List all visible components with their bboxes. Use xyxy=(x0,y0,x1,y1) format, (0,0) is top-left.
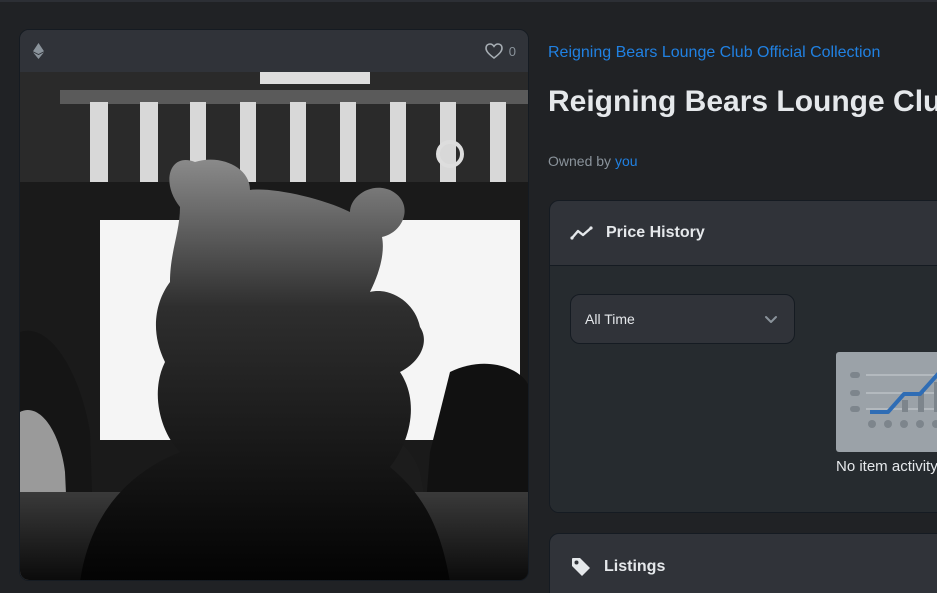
price-history-body: All Time No item activity yet xyxy=(550,266,937,512)
collection-link[interactable]: Reigning Bears Lounge Club Official Coll… xyxy=(548,44,880,62)
owned-by-label: Owned by xyxy=(548,153,612,169)
empty-activity-message: No item activity yet xyxy=(836,458,937,475)
favorite-button[interactable]: 0 xyxy=(484,43,516,59)
listings-panel: Listings xyxy=(549,533,937,593)
trending-chart-icon xyxy=(570,225,594,241)
favorite-count: 0 xyxy=(508,43,516,59)
card-header: 0 xyxy=(20,30,528,72)
price-history-title: Price History xyxy=(606,224,705,241)
nft-image-card: 0 xyxy=(19,29,529,581)
time-range-select[interactable]: All Time xyxy=(570,294,795,344)
owner-link[interactable]: you xyxy=(615,153,638,169)
heart-icon xyxy=(484,43,503,59)
price-history-panel: Price History All Time No item activity xyxy=(549,200,937,513)
listings-header[interactable]: Listings xyxy=(550,534,937,593)
owner-line: Owned by you xyxy=(548,153,638,169)
price-history-header[interactable]: Price History xyxy=(550,201,937,266)
chevron-down-icon xyxy=(764,312,778,326)
ethereum-icon xyxy=(32,43,44,59)
top-divider xyxy=(0,0,937,2)
tag-icon xyxy=(570,556,592,578)
nft-title: Reigning Bears Lounge Club xyxy=(548,85,937,118)
time-range-value: All Time xyxy=(585,311,635,327)
empty-chart-illustration xyxy=(836,352,937,452)
nft-artwork[interactable] xyxy=(20,72,528,580)
listings-title: Listings xyxy=(604,557,666,575)
